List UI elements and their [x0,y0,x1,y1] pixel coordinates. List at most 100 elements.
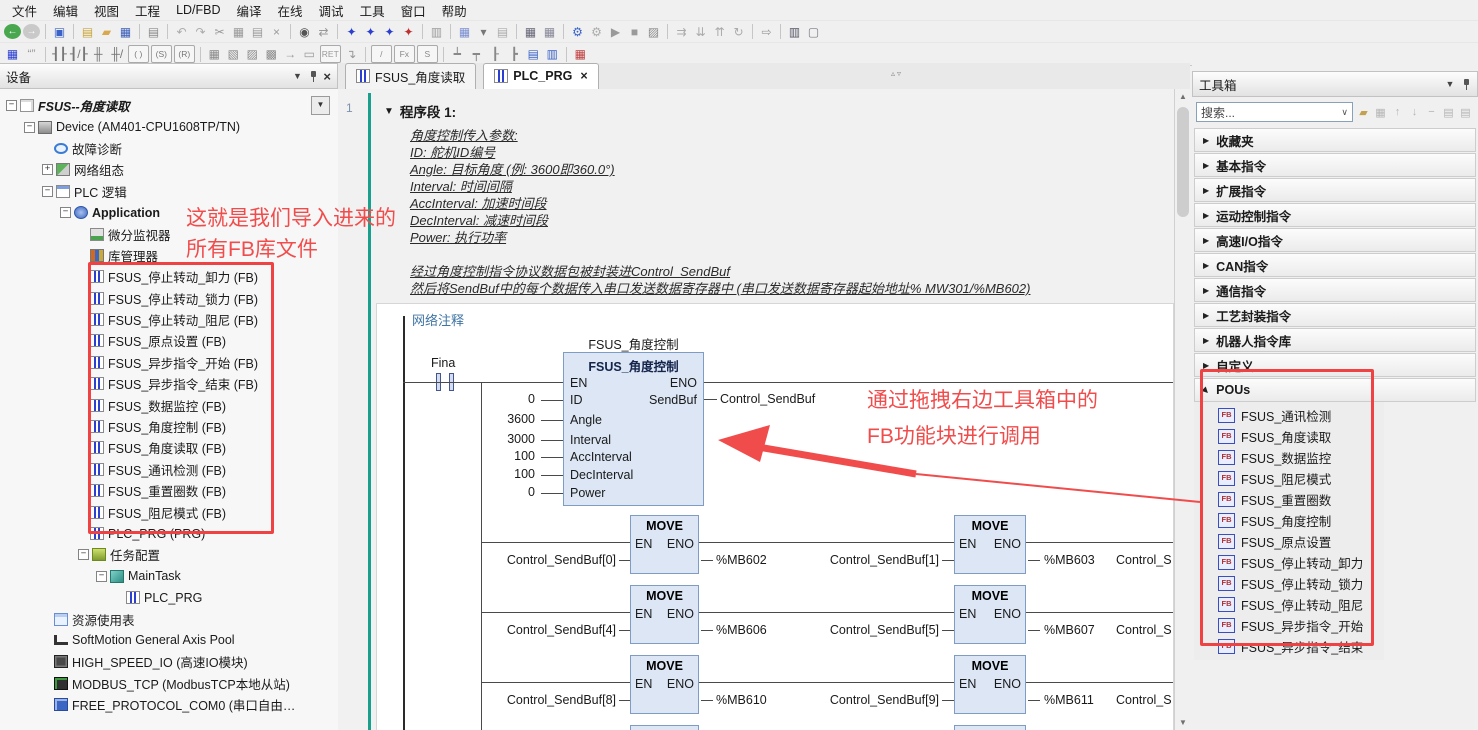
pin-icon[interactable] [1462,77,1471,91]
clean-icon[interactable]: ✦ [400,24,417,40]
toolbox-category[interactable]: ▶收藏夹 [1194,128,1476,152]
tree-item[interactable]: 微分监视器 [0,223,338,244]
tree-item[interactable]: FSUS_角度控制 (FB) [0,416,338,437]
tree-item[interactable]: HIGH_SPEED_IO (高速IO模块) [0,651,338,672]
delete-icon[interactable]: × [268,24,285,40]
move-block[interactable]: MOVEENENO [630,655,699,714]
toolbox-pou-item[interactable]: FBFSUS_异步指令_结束 [1194,636,1384,657]
move-block[interactable]: MOVEENENO [630,725,699,730]
fb-input-value[interactable]: 3000 [455,432,535,446]
step-over-icon[interactable]: ⇉ [673,24,690,40]
export-icon[interactable]: ▤ [494,24,511,40]
menu-project[interactable]: 工程 [127,0,168,22]
copy-icon[interactable]: ▦ [230,24,247,40]
edge-detect-icon[interactable]: Fx [394,45,415,63]
menu-help[interactable]: 帮助 [434,0,475,22]
expander-icon[interactable]: − [42,186,53,197]
coil-icon[interactable]: ( ) [128,45,149,63]
tree-item[interactable]: −Device (AM401-CPU1608TP/TN) [0,116,338,137]
paste-icon[interactable]: ▤ [249,24,266,40]
toolbox-pou-item[interactable]: FBFSUS_停止转动_锁力 [1194,573,1384,594]
tree-item[interactable]: FSUS_异步指令_开始 (FB) [0,352,338,373]
paste-b-icon[interactable]: ▤ [1457,104,1474,120]
fbd-network[interactable]: 网络注释 Fina FSUS_角度控制 FSUS_角度控制 EN ENO Sen… [376,303,1174,730]
expander-icon[interactable]: − [78,549,89,560]
toolbox-category[interactable]: ▶基本指令 [1194,153,1476,177]
scroll-down-icon[interactable]: ▼ [1175,715,1190,730]
parallel-contact-icon[interactable]: ╫ [90,46,107,62]
editor-scrollbar[interactable]: ▲ ▼ [1174,89,1190,730]
move-input[interactable]: Control_S [1116,693,1172,707]
tree-item[interactable]: FSUS_异步指令_结束 (FB) [0,373,338,394]
chevron-down-icon[interactable]: ∨ [1341,107,1348,118]
menu-file[interactable]: 文件 [4,0,45,22]
find-icon[interactable]: ◉ [296,24,313,40]
move-output[interactable]: %MB607 [1044,623,1095,637]
cut-icon[interactable]: ✂ [211,24,228,40]
move-input[interactable]: Control_S [1116,623,1172,637]
insert-box-icon[interactable]: ▭ [301,46,318,62]
fb-instance-name[interactable]: FSUS_角度控制 [563,334,704,353]
move-block[interactable]: MOVEENENO [954,515,1026,574]
tree-item[interactable]: MODBUS_TCP (ModbusTCP本地从站) [0,673,338,694]
tree-item[interactable]: 故障诊断 [0,138,338,159]
login-icon[interactable]: ⚙ [569,24,586,40]
network-icon[interactable]: ▦ [4,46,21,62]
toolbox-pou-item[interactable]: FBFSUS_数据监控 [1194,447,1384,468]
move-input[interactable]: Control_SendBuf[0] [459,553,616,567]
tree-item[interactable]: +网络组态 [0,159,338,180]
fb-input-value[interactable]: 3600 [455,412,535,426]
tree-item[interactable]: FREE_PROTOCOL_COM0 (串口自由… [0,694,338,715]
tree-item[interactable]: FSUS_通讯检测 (FB) [0,459,338,480]
toolbox-pou-item[interactable]: FBFSUS_重置圈数 [1194,489,1384,510]
menu-online[interactable]: 在线 [270,0,311,22]
jump-icon[interactable]: ↴ [343,46,360,62]
insert-fb-en-icon[interactable]: ▧ [225,46,242,62]
paste-a-icon[interactable]: ▤ [1440,104,1457,120]
move-output[interactable]: %MB610 [716,693,767,707]
new-project-icon[interactable]: ▤ [79,24,96,40]
panel-menu-icon[interactable]: ▼ [1443,79,1457,89]
fold-icon[interactable]: ▼ [384,106,394,117]
toolbox-category[interactable]: ▶通信指令 [1194,278,1476,302]
reset-coil-icon[interactable]: (R) [174,45,195,63]
insert-fb-icon[interactable]: ▦ [206,46,223,62]
toolbox-category[interactable]: ▶机器人指令库 [1194,328,1476,352]
tree-item[interactable]: 资源使用表 [0,608,338,629]
wire-branch-icon[interactable]: ┣ [506,46,523,62]
insert-fb-io-icon[interactable]: ▩ [263,46,280,62]
expander-icon[interactable]: − [96,571,107,582]
toolbox-pou-item[interactable]: FBFSUS_角度控制 [1194,510,1384,531]
tree-item[interactable]: FSUS_角度读取 (FB) [0,437,338,458]
toolbox-category[interactable]: ▶高速I/O指令 [1194,228,1476,252]
fb-input-value[interactable]: 0 [455,392,535,406]
toolbox-pou-item[interactable]: FBFSUS_通讯检测 [1194,405,1384,426]
rebuild-icon[interactable]: ✦ [381,24,398,40]
start-icon[interactable]: ▶ [607,24,624,40]
tree-item[interactable]: −FSUS--角度读取▼ [0,95,338,116]
tree-item[interactable]: FSUS_阻尼模式 (FB) [0,501,338,522]
toolbox-category[interactable]: ▶CAN指令 [1194,253,1476,277]
toolbox-pou-item[interactable]: FBFSUS_异步指令_开始 [1194,615,1384,636]
parallel-negated-icon[interactable]: ╫/ [109,46,126,62]
new-folder-icon[interactable]: ▦ [1372,104,1389,120]
assign-icon[interactable]: → [282,46,299,62]
tab-close-icon[interactable]: × [580,69,587,83]
step-into-icon[interactable]: ⇊ [692,24,709,40]
fb-output-variable[interactable]: Control_SendBuf [720,392,815,406]
tree-item[interactable]: FSUS_数据监控 (FB) [0,394,338,415]
tree-item[interactable]: PLC_PRG (PRG) [0,523,338,544]
device-dropdown-icon[interactable]: ▾ [475,24,492,40]
tree-item[interactable]: −MainTask [0,566,338,587]
insert-fb-params-icon[interactable]: ▨ [244,46,261,62]
run-cycle-icon[interactable]: ↻ [730,24,747,40]
toolbox-category-pous[interactable]: ▶ POUs [1194,378,1476,402]
arrange-b-icon[interactable]: ▥ [544,46,561,62]
toolbox-category[interactable]: ▶运动控制指令 [1194,203,1476,227]
move-block[interactable]: MOVEENENO [630,585,699,644]
fb-input-value[interactable]: 0 [455,485,535,499]
expander-icon[interactable]: − [6,100,17,111]
force-values-icon[interactable]: ⇨ [758,24,775,40]
tree-item[interactable]: FSUS_停止转动_锁力 (FB) [0,288,338,309]
move-input[interactable]: Control_SendBuf[8] [459,693,616,707]
